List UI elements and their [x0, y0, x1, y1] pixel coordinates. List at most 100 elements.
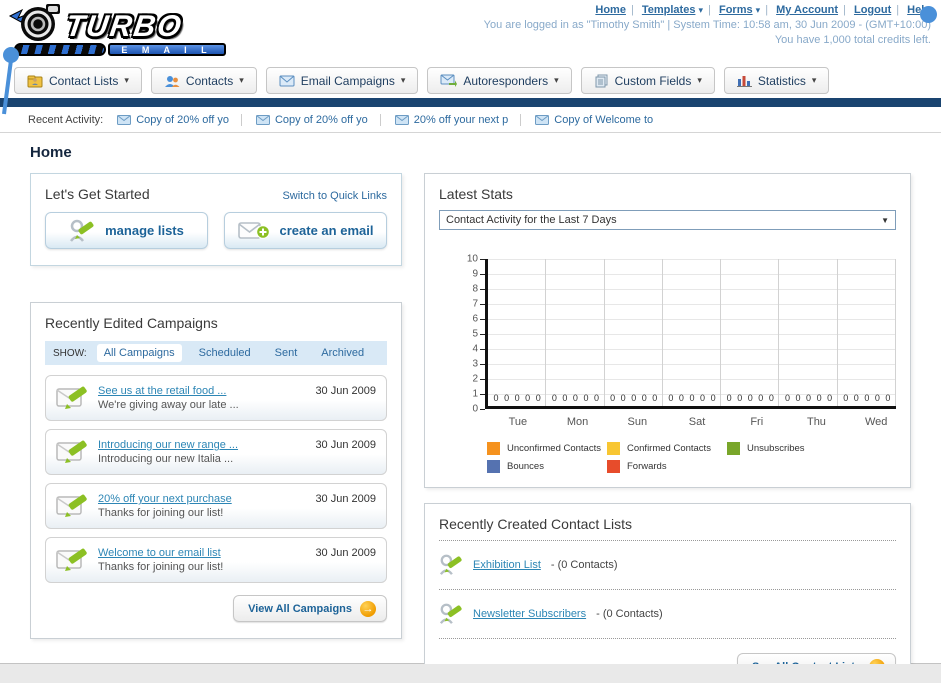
nav-home-link[interactable]: Home	[595, 4, 626, 16]
gridline	[488, 334, 896, 335]
turbo-logo-icon	[8, 4, 66, 42]
value-label: 0	[631, 393, 637, 403]
gridline	[488, 304, 896, 305]
get-started-panel: Let's Get Started Switch to Quick Links …	[30, 173, 402, 266]
contact-list-count: - (0 Contacts)	[596, 608, 663, 620]
contact-list-count: - (0 Contacts)	[550, 559, 618, 571]
tab-label: Contact Lists	[49, 73, 119, 88]
campaign-row[interactable]: 20% off your next purchase Thanks for jo…	[45, 483, 387, 529]
x-tick-label: Tue	[508, 416, 528, 428]
navy-divider-bar	[0, 98, 941, 107]
envelope-pencil-icon	[56, 548, 87, 571]
tab-contact-lists[interactable]: Contact Lists ▾	[14, 67, 142, 94]
tab-label: Contacts	[185, 73, 234, 88]
chevron-down-icon: ▾	[755, 5, 761, 15]
recent-activity-item[interactable]: 20% off your next p	[394, 113, 522, 126]
callout-dot-icon	[920, 6, 937, 23]
value-label: 0	[525, 393, 531, 403]
contact-list-item[interactable]: Newsletter Subscribers - (0 Contacts)	[439, 598, 896, 630]
campaign-row[interactable]: Welcome to our email list Thanks for joi…	[45, 537, 387, 583]
campaign-title-link[interactable]: Welcome to our email list	[98, 547, 315, 559]
switch-quick-links[interactable]: Switch to Quick Links	[282, 190, 387, 202]
filter-scheduled[interactable]: Scheduled	[192, 344, 258, 362]
recent-activity-item[interactable]: Copy of Welcome to	[535, 114, 665, 126]
envelope-icon	[535, 114, 550, 125]
gridline	[488, 289, 896, 290]
value-labels-row: 00000000000000000000000000000000000	[488, 393, 896, 403]
campaign-title-link[interactable]: See us at the retail food ...	[98, 385, 315, 397]
stats-dropdown-value: Contact Activity for the Last 7 Days	[446, 214, 617, 226]
filter-all-campaigns[interactable]: All Campaigns	[96, 344, 182, 362]
gridline	[488, 349, 896, 350]
tab-label: Statistics	[757, 73, 806, 88]
filter-sent[interactable]: Sent	[268, 344, 305, 362]
value-label: 0	[504, 393, 510, 403]
main-nav-tabs: Contact Lists ▾ Contacts ▾ Email Campaigns…	[0, 62, 941, 98]
value-label: 0	[689, 393, 695, 403]
value-label-group: 00000	[838, 393, 896, 403]
envelope-plus-icon	[237, 221, 270, 239]
campaign-subtitle: Thanks for joining our list!	[98, 507, 224, 519]
envelope-pencil-icon	[56, 440, 87, 463]
value-label: 0	[610, 393, 616, 403]
value-label-group: 00000	[546, 393, 604, 403]
chevron-down-icon: ▾	[811, 75, 817, 85]
recent-activity-item[interactable]: Copy of 20% off yo	[117, 113, 242, 126]
contact-list-link[interactable]: Newsletter Subscribers	[473, 608, 586, 620]
campaign-title-link[interactable]: Introducing our new range ...	[98, 439, 315, 451]
get-started-title: Let's Get Started	[45, 186, 150, 202]
value-label: 0	[864, 393, 870, 403]
tab-autoresponders[interactable]: Autoresponders ▾	[427, 67, 572, 94]
contact-activity-chart: 10 9 8 7 6 5 4 3 2 1 0 000000000000000000000000000…	[461, 254, 896, 428]
envelope-icon	[279, 75, 295, 86]
y-tick-label: 9	[472, 268, 478, 280]
tab-custom-fields[interactable]: Custom Fields ▾	[580, 67, 715, 94]
campaign-row[interactable]: See us at the retail food ... We're givi…	[45, 375, 387, 421]
contact-list-item[interactable]: Exhibition List - (0 Contacts)	[439, 549, 896, 581]
tab-contacts[interactable]: Contacts ▾	[150, 67, 257, 94]
credits-text: You have 1,000 total credits left.	[774, 34, 931, 46]
value-label: 0	[700, 393, 706, 403]
value-label: 0	[806, 393, 812, 403]
gridline	[488, 319, 896, 320]
chart-plot-area: 00000000000000000000000000000000000	[485, 259, 896, 409]
stats-dropdown[interactable]: Contact Activity for the Last 7 Days ▼	[439, 210, 896, 230]
value-label: 0	[535, 393, 541, 403]
chevron-down-icon: ▾	[124, 75, 129, 85]
filter-archived[interactable]: Archived	[314, 344, 371, 362]
nav-logout-link[interactable]: Logout	[854, 4, 891, 16]
gridline	[488, 379, 896, 380]
y-tick-label: 5	[472, 328, 478, 340]
gridline	[488, 259, 896, 260]
envelope-pencil-icon	[56, 386, 87, 409]
value-label: 0	[572, 393, 578, 403]
campaign-title-link[interactable]: 20% off your next purchase	[98, 493, 315, 505]
campaign-row[interactable]: Introducing our new range ... Introducin…	[45, 429, 387, 475]
value-label: 0	[620, 393, 626, 403]
tab-email-campaigns[interactable]: Email Campaigns ▾	[265, 67, 419, 94]
person-pencil-icon	[439, 603, 462, 624]
nav-templates-link[interactable]: Templates	[642, 4, 696, 16]
create-email-button[interactable]: create an email	[224, 212, 387, 249]
nav-forms-link[interactable]: Forms	[719, 4, 753, 16]
chevron-down-icon: ▾	[400, 75, 406, 85]
envelope-icon	[117, 114, 132, 125]
tab-statistics[interactable]: Statistics ▾	[723, 67, 830, 94]
page-footer-strip	[0, 664, 941, 683]
recent-activity-item[interactable]: Copy of 20% off yo	[255, 113, 381, 126]
campaign-date: 30 Jun 2009	[315, 439, 376, 451]
nav-my-account-link[interactable]: My Account	[776, 4, 838, 16]
value-label: 0	[843, 393, 849, 403]
latest-stats-title: Latest Stats	[439, 186, 513, 202]
value-label: 0	[652, 393, 658, 403]
contact-list-link[interactable]: Exhibition List	[473, 559, 541, 571]
gridline	[661, 259, 663, 406]
tab-label: Email Campaigns	[300, 73, 395, 88]
gridline	[488, 274, 896, 275]
manage-lists-button[interactable]: manage lists	[45, 212, 208, 249]
value-label-group: 00000	[721, 393, 779, 403]
recent-activity-label: Recent Activity:	[28, 113, 104, 126]
x-tick-label: Mon	[566, 416, 589, 428]
value-label: 0	[678, 393, 684, 403]
view-all-campaigns-button[interactable]: View All Campaigns →	[233, 595, 387, 622]
